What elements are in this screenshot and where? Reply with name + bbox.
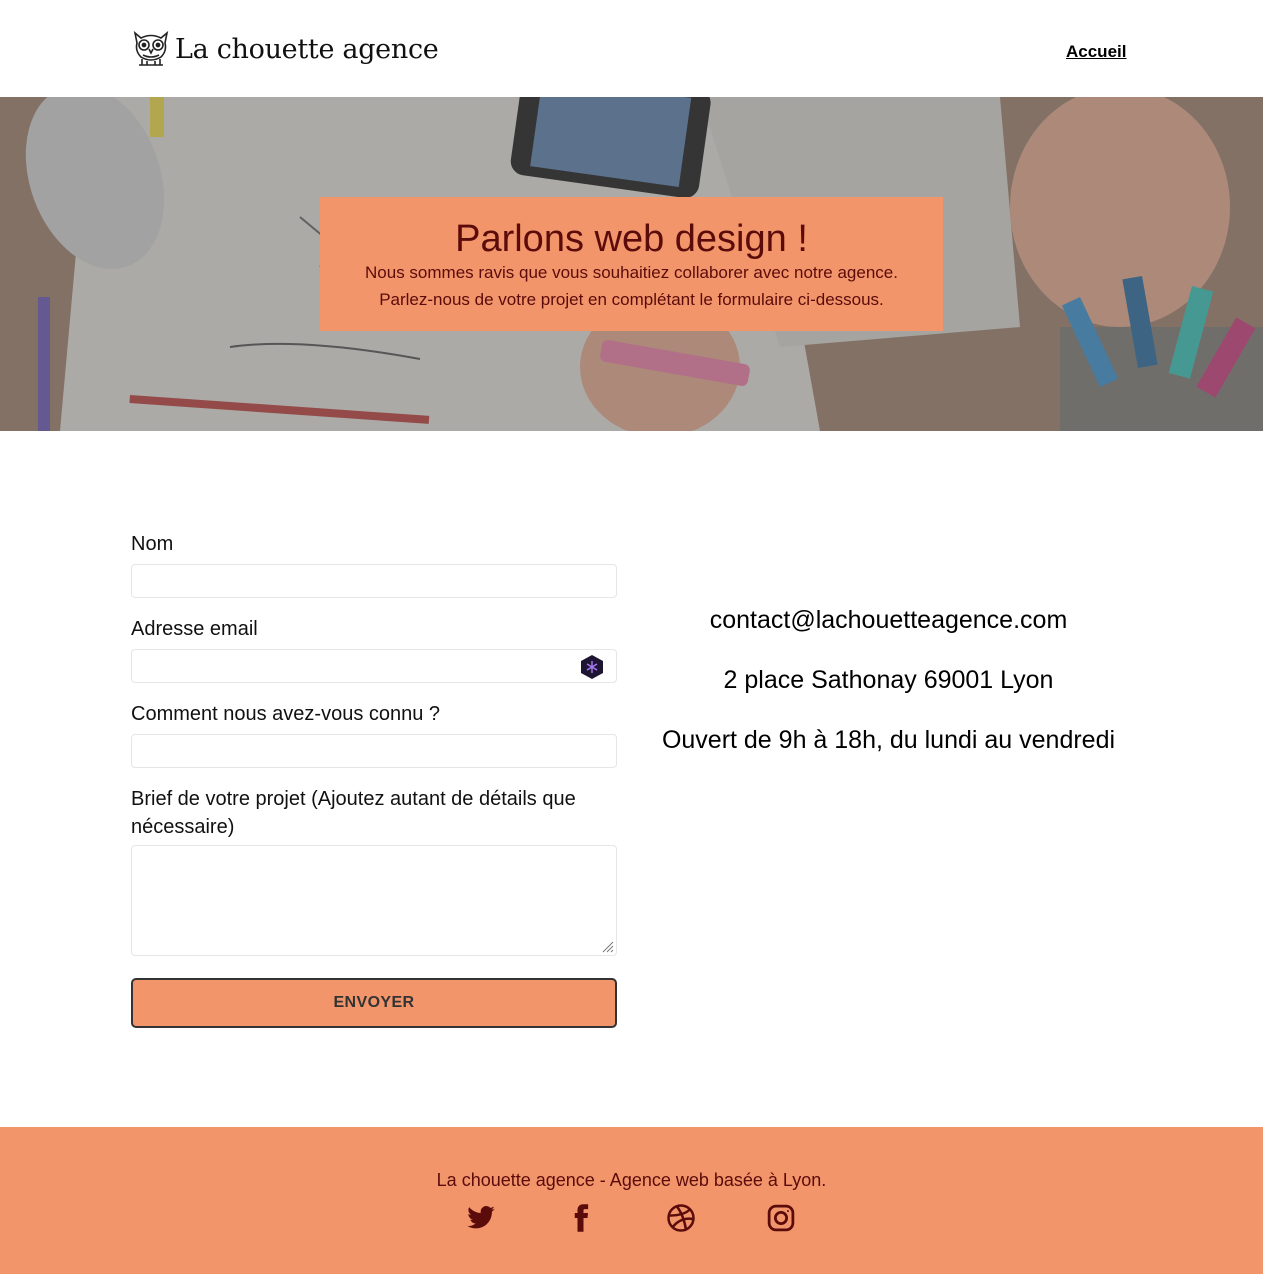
- source-field[interactable]: [131, 734, 617, 768]
- instagram-icon: [767, 1204, 795, 1232]
- contact-address: 2 place Sathonay 69001 Lyon: [723, 666, 1054, 694]
- hero-banner: Parlons web design ! Nous sommes ravis q…: [0, 97, 1263, 431]
- twitter-icon: [467, 1206, 495, 1229]
- site-header: La chouette agence Accueil: [0, 0, 1263, 97]
- submit-button[interactable]: ENVOYER: [131, 978, 617, 1028]
- twitter-link[interactable]: [465, 1201, 497, 1235]
- dribbble-icon: [667, 1204, 695, 1232]
- name-label: Nom: [131, 533, 174, 555]
- source-label: Comment nous avez-vous connu ?: [131, 703, 441, 725]
- owl-logo-icon: [133, 30, 169, 66]
- dribbble-link[interactable]: [665, 1201, 697, 1235]
- email-field[interactable]: [131, 649, 617, 683]
- site-footer: La chouette agence - Agence web basée à …: [0, 1127, 1263, 1274]
- brief-textarea[interactable]: [131, 845, 617, 956]
- contact-info: contact@lachouetteagence.com 2 place Sat…: [640, 602, 1137, 782]
- instagram-link[interactable]: [765, 1201, 797, 1235]
- contact-hours: Ouvert de 9h à 18h, du lundi au vendredi: [661, 726, 1116, 754]
- site-logo[interactable]: La chouette agence: [131, 26, 439, 72]
- name-field[interactable]: [131, 564, 617, 598]
- nav-link-home[interactable]: Accueil: [1066, 42, 1126, 62]
- contact-form: Nom Adresse email Comment nous avez-vous…: [131, 530, 617, 1028]
- facebook-icon: [574, 1204, 589, 1232]
- footer-text: La chouette agence - Agence web basée à …: [436, 1170, 827, 1190]
- hero-text-line-1: Nous sommes ravis que vous souhaitiez co…: [365, 263, 898, 282]
- hero-card: Parlons web design ! Nous sommes ravis q…: [320, 197, 943, 331]
- social-links: [0, 1201, 1263, 1241]
- resize-handle-icon[interactable]: [601, 940, 614, 953]
- page-title: Parlons web design !: [455, 218, 808, 260]
- email-label: Adresse email: [131, 618, 258, 640]
- logo-text: La chouette agence: [175, 33, 439, 65]
- hero-text-line-2: Parlez-nous de votre projet en complétan…: [379, 290, 884, 309]
- password-manager-icon[interactable]: [579, 654, 605, 680]
- facebook-link[interactable]: [565, 1201, 597, 1235]
- contact-email: contact@lachouetteagence.com: [709, 606, 1068, 634]
- brief-label: Brief de votre projet (Ajoutez autant de…: [131, 788, 576, 838]
